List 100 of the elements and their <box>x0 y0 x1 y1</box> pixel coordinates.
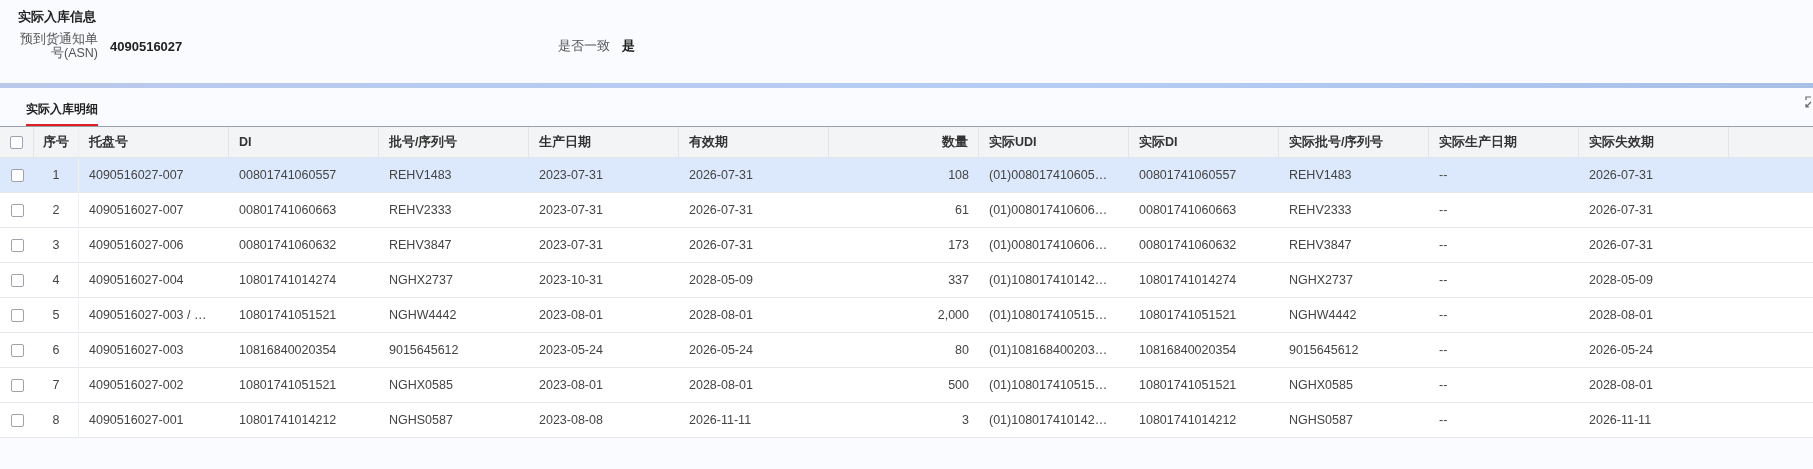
table-cell: 108 <box>829 158 979 193</box>
table-cell: 00801741060632 <box>1129 228 1279 263</box>
table-cell: 1 <box>34 158 79 193</box>
column-header: 批号/序列号 <box>379 127 529 158</box>
table-row[interactable]: 5 4090516027-003 / … 10801741051521 NGHW4442 2023-08-01 2028-08-01 2,000 (01)108017410515… 10801741051521 NGHW4442 -- 2028-08-01 <box>0 298 1813 333</box>
table-cell: 80 <box>829 333 979 368</box>
checkbox[interactable] <box>10 203 24 217</box>
table-cell: 4 <box>34 263 79 298</box>
table-cell: 2 <box>34 193 79 228</box>
table-cell: REHV2333 <box>379 193 529 228</box>
table-row[interactable]: 8 4090516027-001 10801741014212 NGHS0587 2023-08-08 2026-11-11 3 (01)108017410142… 10801741014212 NGHS0587 -- 2026-11-11 <box>0 403 1813 438</box>
table-cell: 2028-08-01 <box>1579 298 1729 333</box>
table-cell: (01)108017410515… <box>979 298 1129 333</box>
table-cell: 7 <box>34 368 79 403</box>
table-cell: 10816840020354 <box>1129 333 1279 368</box>
checkbox[interactable] <box>10 378 24 392</box>
checkbox[interactable] <box>10 238 24 252</box>
column-header: 数量 <box>829 127 979 158</box>
table-cell: (01)108017410142… <box>979 263 1129 298</box>
checkbox[interactable] <box>10 135 23 149</box>
table-cell: 2,000 <box>829 298 979 333</box>
field-label: 预到货通知单号(ASN) <box>19 32 98 60</box>
table-cell: 9015645612 <box>1279 333 1429 368</box>
fullscreen-icon[interactable] <box>1805 96 1813 108</box>
table-cell: 500 <box>829 368 979 403</box>
table-cell: (01)008017410606… <box>979 228 1129 263</box>
column-header: 有效期 <box>679 127 829 158</box>
table-cell: 2023-07-31 <box>529 228 679 263</box>
table-cell: 2028-08-01 <box>679 368 829 403</box>
table-cell: -- <box>1429 368 1579 403</box>
table-cell: REHV3847 <box>379 228 529 263</box>
table-cell: 00801741060663 <box>1129 193 1279 228</box>
table-cell: 5 <box>34 298 79 333</box>
table-cell: REHV3847 <box>1279 228 1429 263</box>
table-cell: 3 <box>829 403 979 438</box>
table-cell: 337 <box>829 263 979 298</box>
table-cell: 2023-07-31 <box>529 193 679 228</box>
column-header: 托盘号 <box>79 127 229 158</box>
table-row[interactable]: 3 4090516027-006 00801741060632 REHV3847 2023-07-31 2026-07-31 173 (01)008017410606… 00801741060632 REHV3847 -- 2026-07-31 <box>0 228 1813 263</box>
table-cell: 3 <box>34 228 79 263</box>
table-row[interactable]: 6 4090516027-003 10816840020354 9015645612 2023-05-24 2026-05-24 80 (01)108168400203… 10816840020354 9015645612 -- 2026-05-24 <box>0 333 1813 368</box>
table-cell: NGHX0585 <box>1279 368 1429 403</box>
table-row[interactable]: 1 4090516027-007 00801741060557 REHV1483 2023-07-31 2026-07-31 108 (01)008017410605… 00801741060557 REHV1483 -- 2026-07-31 <box>0 158 1813 193</box>
table-cell: -- <box>1429 158 1579 193</box>
table-cell: (01)108017410142… <box>979 403 1129 438</box>
table-cell: 173 <box>829 228 979 263</box>
field-label: 是否一致 <box>558 39 610 53</box>
table-row[interactable]: 2 4090516027-007 00801741060663 REHV2333 2023-07-31 2026-07-31 61 (01)008017410606… 00801741060663 REHV2333 -- 2026-07-31 <box>0 193 1813 228</box>
table-cell: 4090516027-003 / … <box>79 298 229 333</box>
table-cell: NGHS0587 <box>1279 403 1429 438</box>
table-cell: 2026-05-24 <box>1579 333 1729 368</box>
table-cell: 10801741051521 <box>1129 368 1279 403</box>
table-cell: 2026-11-11 <box>1579 403 1729 438</box>
table-row[interactable]: 4 4090516027-004 10801741014274 NGHX2737 2023-10-31 2028-05-09 337 (01)108017410142… 10801741014274 NGHX2737 -- 2028-05-09 <box>0 263 1813 298</box>
table-cell: 2023-07-31 <box>529 158 679 193</box>
table-cell: 2026-07-31 <box>1579 228 1729 263</box>
table-cell: 10801741051521 <box>229 298 379 333</box>
column-header: 序号 <box>34 127 79 158</box>
table-cell: NGHS0587 <box>379 403 529 438</box>
table-cell: 10801741051521 <box>229 368 379 403</box>
column-header: 实际UDI <box>979 127 1129 158</box>
table-cell: 10801741014274 <box>229 263 379 298</box>
table-cell: (01)008017410606… <box>979 193 1129 228</box>
table-cell: 00801741060663 <box>229 193 379 228</box>
table-cell: 2026-07-31 <box>679 193 829 228</box>
table-cell: -- <box>1429 403 1579 438</box>
table-cell: 00801741060557 <box>229 158 379 193</box>
table-cell: 2026-07-31 <box>679 228 829 263</box>
table-cell: 00801741060632 <box>229 228 379 263</box>
table-cell: 2026-07-31 <box>1579 158 1729 193</box>
checkbox[interactable] <box>10 168 24 182</box>
table-cell: (01)008017410605… <box>979 158 1129 193</box>
column-header: 生产日期 <box>529 127 679 158</box>
table-cell: (01)108017410515… <box>979 368 1129 403</box>
column-header: 实际DI <box>1129 127 1279 158</box>
table-cell: REHV1483 <box>1279 158 1429 193</box>
table-cell: 9015645612 <box>379 333 529 368</box>
checkbox[interactable] <box>10 413 24 427</box>
field-value: 是 <box>622 37 635 55</box>
table-cell: 2028-08-01 <box>679 298 829 333</box>
table-cell: 4090516027-006 <box>79 228 229 263</box>
table-cell: 10801741014212 <box>229 403 379 438</box>
table-cell: 4090516027-002 <box>79 368 229 403</box>
table-cell: NGHW4442 <box>379 298 529 333</box>
table-cell: REHV1483 <box>379 158 529 193</box>
column-header: 实际生产日期 <box>1429 127 1579 158</box>
table-cell: -- <box>1429 193 1579 228</box>
table-cell: 2028-05-09 <box>1579 263 1729 298</box>
table-row[interactable]: 7 4090516027-002 10801741051521 NGHX0585 2023-08-01 2028-08-01 500 (01)108017410515… 10801741051521 NGHX0585 -- 2028-08-01 <box>0 368 1813 403</box>
table-cell: (01)108168400203… <box>979 333 1129 368</box>
table-cell: 2023-10-31 <box>529 263 679 298</box>
table-cell: 6 <box>34 333 79 368</box>
table-cell: 2026-11-11 <box>679 403 829 438</box>
table-cell: 2023-08-01 <box>529 368 679 403</box>
checkbox[interactable] <box>10 343 24 357</box>
checkbox[interactable] <box>10 273 24 287</box>
table-cell: 2023-08-01 <box>529 298 679 333</box>
table-cell: 4090516027-003 <box>79 333 229 368</box>
checkbox[interactable] <box>10 308 24 322</box>
table-cell: 10801741051521 <box>1129 298 1279 333</box>
